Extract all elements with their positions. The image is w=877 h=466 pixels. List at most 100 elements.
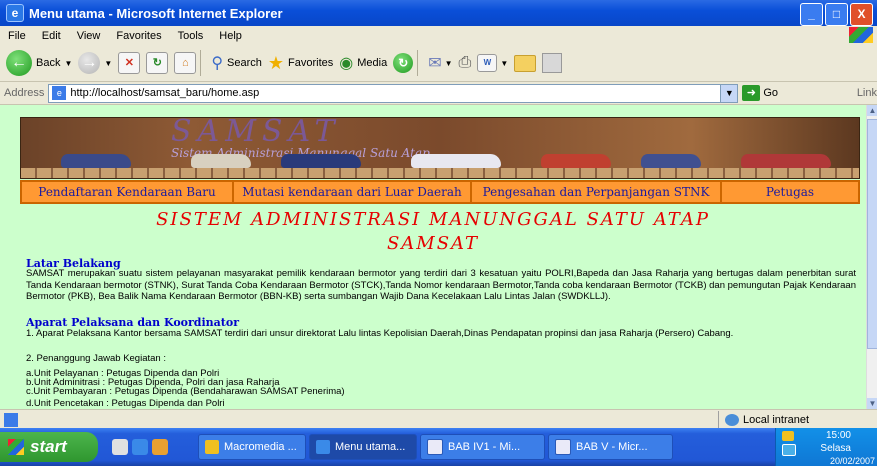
toolbar-separator [200, 50, 202, 76]
mail-icon: ✉ [428, 55, 442, 72]
mail-button[interactable]: ✉ ▼ [428, 53, 452, 73]
ie-logo-icon: e [6, 4, 24, 22]
tray-network-icon[interactable] [782, 431, 794, 441]
menu-bar: File Edit View Favorites Tools Help [0, 26, 877, 46]
toolbar-separator [417, 50, 419, 76]
vehicle-image [411, 154, 501, 168]
print-icon: ⎙ [458, 54, 472, 71]
start-button[interactable]: start [0, 432, 98, 462]
menu-help[interactable]: Help [211, 30, 250, 42]
nav-pengesahan-link[interactable]: Pengesahan dan Perpanjangan STNK [471, 181, 721, 203]
vehicle-image [61, 154, 131, 168]
page-content: SAMSAT Sistem Administrasi Manunggal Sat… [0, 105, 866, 409]
status-bar: Local intranet [0, 409, 877, 429]
windows-logo-icon [849, 27, 873, 43]
clock-day: Selasa [820, 443, 851, 454]
nav-mutasi-link[interactable]: Mutasi kendaraan dari Luar Daerah [233, 181, 471, 203]
address-url: http://localhost/samsat_baru/home.asp [70, 87, 260, 99]
zone-label: Local intranet [743, 413, 810, 426]
window-title: Menu utama - Microsoft Internet Explorer [29, 5, 283, 21]
task-label: BAB IV1 - Mi... [448, 441, 521, 453]
task-label: Macromedia ... [224, 441, 297, 453]
search-button[interactable]: ⚲ Search [211, 53, 262, 73]
back-label: Back [36, 57, 61, 69]
edit-button[interactable]: W ▼ [477, 54, 508, 72]
banner-title: SAMSAT [171, 117, 341, 149]
go-arrow-icon: ➜ [742, 85, 761, 101]
scroll-up-icon[interactable]: ▲ [867, 105, 877, 116]
go-button[interactable]: ➜ Go [742, 85, 778, 101]
task-macromedia[interactable]: Macromedia ... [198, 434, 306, 460]
scroll-thumb[interactable] [867, 119, 877, 349]
task-bab-iv[interactable]: BAB IV1 - Mi... [420, 434, 545, 460]
forward-button[interactable]: → ▼ [78, 52, 112, 74]
search-label: Search [227, 57, 262, 69]
aparat-item-2: 2. Penanggung Jawab Kegiatan : [26, 353, 166, 364]
clock-time[interactable]: 15:00 [826, 430, 851, 441]
word-doc-icon [427, 439, 443, 455]
menu-view[interactable]: View [69, 30, 109, 42]
banner-strip [21, 168, 859, 178]
windows-flag-icon [8, 439, 24, 455]
intranet-icon [725, 413, 739, 426]
vehicle-image [541, 154, 611, 168]
forward-arrow-icon: → [78, 52, 101, 74]
system-tray: 15:00 Selasa 20/02/2007 [775, 428, 877, 466]
address-dropdown-icon[interactable]: ▼ [720, 84, 738, 102]
media-quicklaunch-icon[interactable] [152, 439, 168, 455]
favorites-button[interactable]: ★ Favorites [268, 53, 333, 74]
messenger-icon [542, 53, 563, 73]
taskbar: start Macromedia ... Menu utama... BAB I… [0, 428, 877, 466]
page-icon: e [52, 86, 67, 100]
back-button[interactable]: ← Back ▼ [6, 50, 72, 76]
folder-icon [514, 54, 537, 72]
home-icon: ⌂ [174, 52, 197, 74]
quick-launch [112, 439, 168, 455]
folder-button[interactable] [514, 54, 537, 72]
toolbar: ← Back ▼ → ▼ ✕ ↻ ⌂ ⚲ Search ★ Favorites … [0, 45, 877, 82]
links-label[interactable]: Link [857, 87, 877, 99]
menu-favorites[interactable]: Favorites [108, 30, 169, 42]
stop-button[interactable]: ✕ [118, 52, 141, 74]
nav-petugas-link[interactable]: Petugas [721, 181, 859, 203]
history-button[interactable]: ↻ [393, 53, 414, 73]
minimize-button[interactable]: _ [800, 3, 823, 26]
chevron-down-icon: ▼ [64, 58, 73, 68]
word-doc-icon [555, 439, 571, 455]
messenger-button[interactable] [542, 53, 563, 73]
vertical-scrollbar[interactable]: ▲ ▼ [866, 105, 877, 409]
vehicle-image [191, 154, 251, 168]
menu-edit[interactable]: Edit [34, 30, 69, 42]
show-desktop-icon[interactable] [112, 439, 128, 455]
ie-quicklaunch-icon[interactable] [132, 439, 148, 455]
clock-date: 20/02/2007 [829, 456, 875, 466]
chevron-down-icon: ▼ [104, 58, 113, 68]
unit-item: c.Unit Pembayaran : Petugas Dipenda (Ben… [26, 386, 345, 397]
print-button[interactable]: ⎙ [459, 54, 472, 72]
task-label: BAB V - Micr... [576, 441, 648, 453]
close-button[interactable]: X [850, 3, 873, 26]
vehicle-image [641, 154, 701, 168]
task-menu-utama[interactable]: Menu utama... [309, 434, 417, 460]
media-button[interactable]: ◉ Media [339, 53, 387, 73]
stop-icon: ✕ [118, 52, 141, 74]
scroll-down-icon[interactable]: ▼ [867, 398, 877, 409]
tray-security-icon[interactable] [782, 444, 796, 456]
nav-pendaftaran-link[interactable]: Pendaftaran Kendaraan Baru [21, 181, 233, 203]
ie-icon [316, 440, 330, 454]
section-latar-belakang-text: SAMSAT merupakan suatu sistem pelayanan … [26, 268, 856, 302]
search-icon: ⚲ [211, 55, 224, 72]
refresh-button[interactable]: ↻ [146, 52, 169, 74]
menu-tools[interactable]: Tools [170, 30, 212, 42]
address-input[interactable]: e http://localhost/samsat_baru/home.asp … [48, 83, 739, 103]
menu-file[interactable]: File [0, 30, 34, 42]
title-bar: e Menu utama - Microsoft Internet Explor… [0, 0, 877, 26]
unit-item: d.Unit Pencetakan : Petugas Dipenda dan … [26, 398, 225, 409]
maximize-button[interactable]: □ [825, 3, 848, 26]
page-heading-line1: SISTEM ADMINISTRASI MANUNGGAL SATU ATAP [156, 209, 710, 230]
task-bab-v[interactable]: BAB V - Micr... [548, 434, 673, 460]
media-label: Media [357, 57, 388, 69]
start-label: start [30, 437, 67, 456]
history-icon: ↻ [393, 53, 414, 73]
home-button[interactable]: ⌂ [174, 52, 197, 74]
